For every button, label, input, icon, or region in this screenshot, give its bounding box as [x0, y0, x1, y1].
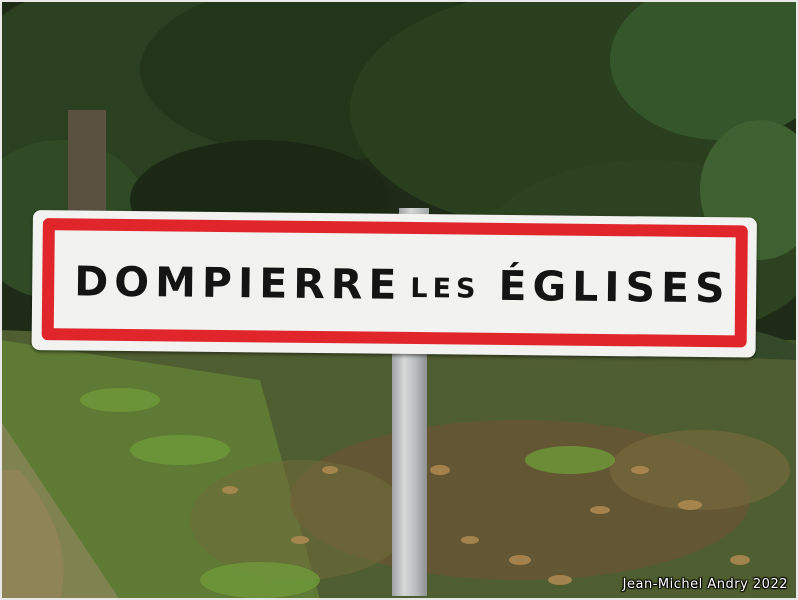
town-entry-sign: DOMPIERRE LES ÉGLISES: [31, 210, 757, 358]
sign-text: DOMPIERRE LES ÉGLISES: [74, 248, 737, 321]
sign-post: [392, 348, 427, 596]
photo-frame: DOMPIERRE LES ÉGLISES Jean-Michel Andry …: [0, 0, 798, 600]
sign-word-dompierre: DOMPIERRE: [74, 257, 403, 309]
sign-word-les: LES: [410, 272, 481, 305]
sign-word-eglises: ÉGLISES: [498, 261, 731, 313]
photo-credit: Jean-Michel Andry 2022: [622, 577, 788, 592]
